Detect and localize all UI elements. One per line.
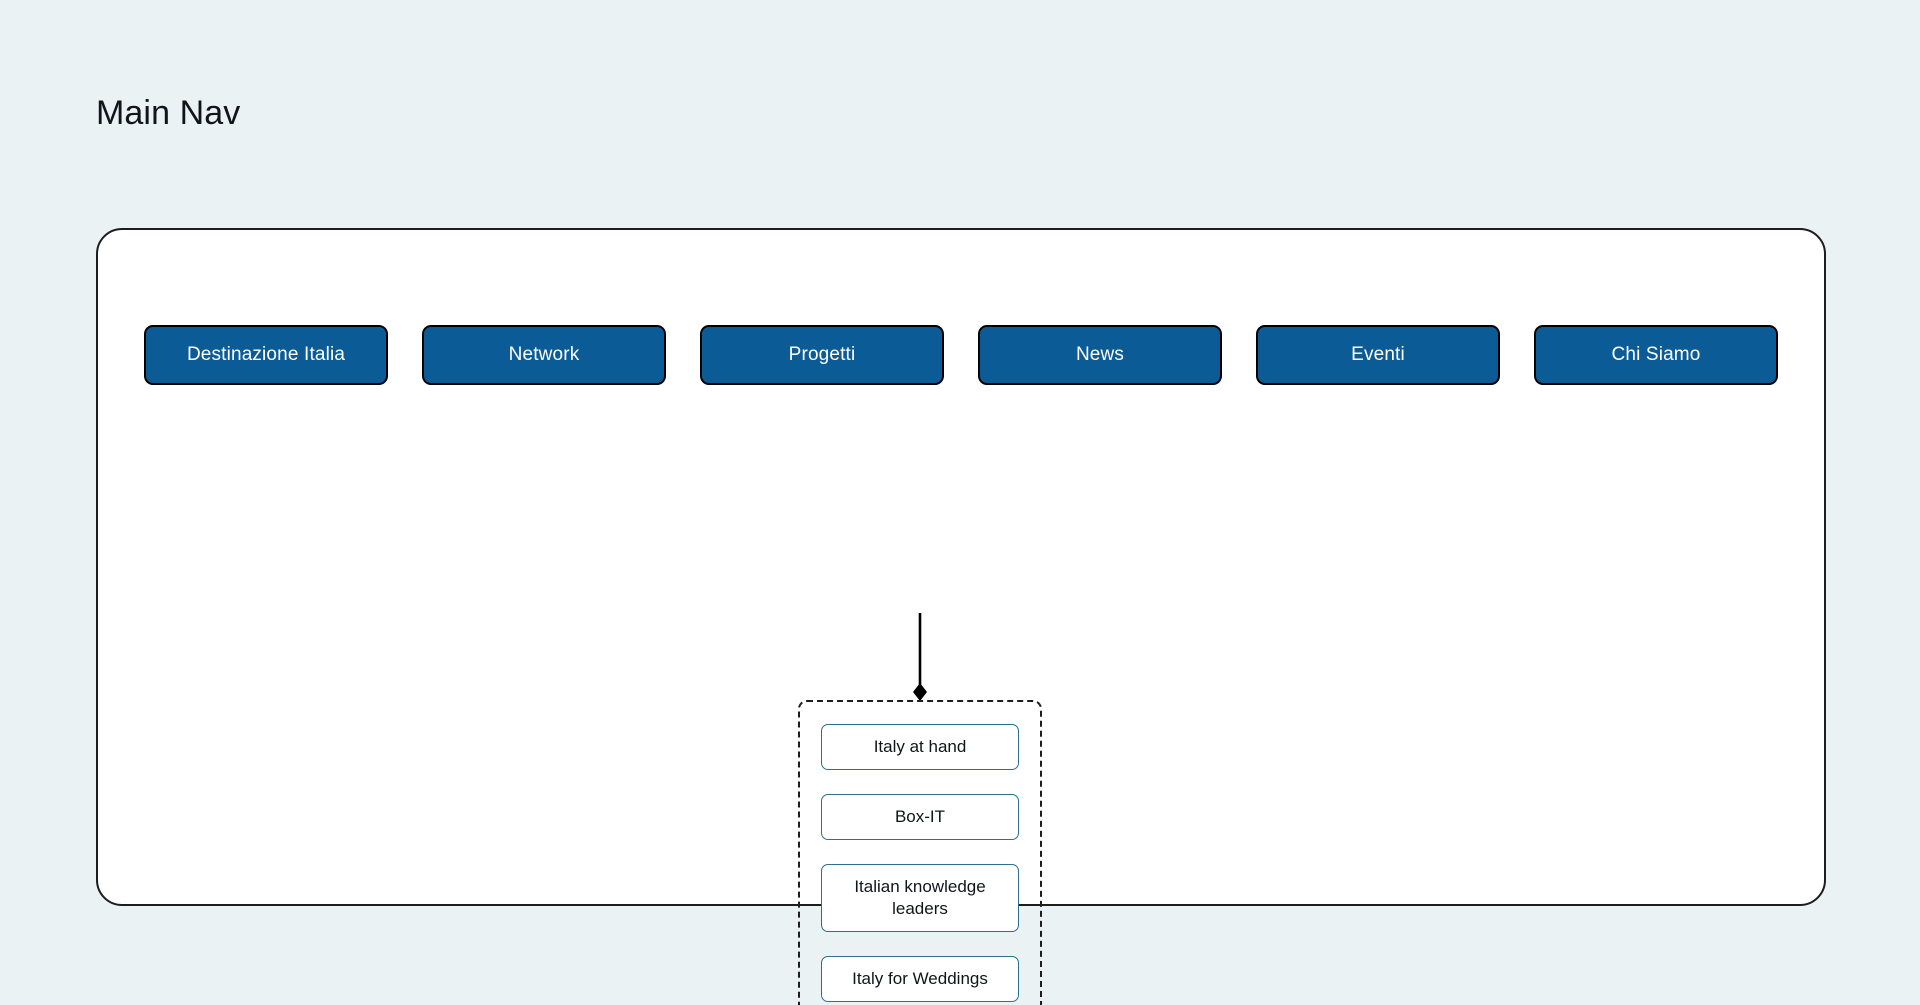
nav-button-destinazione-italia[interactable]: Destinazione Italia: [144, 325, 388, 385]
nav-button-network[interactable]: Network: [422, 325, 666, 385]
dropdown-item-box-it[interactable]: Box-IT: [821, 794, 1019, 840]
nav-button-eventi[interactable]: Eventi: [1256, 325, 1500, 385]
dropdown-item-italian-knowledge-leaders[interactable]: Italian knowledge leaders: [821, 864, 1019, 932]
main-nav-panel: Destinazione Italia Network Progetti News Ev…: [96, 228, 1826, 1005]
nav-button-news[interactable]: News: [978, 325, 1222, 385]
page-title: Main Nav: [96, 94, 241, 132]
dropdown-item-italy-for-weddings[interactable]: Italy for Weddings: [821, 956, 1019, 1002]
main-nav-button-row: Destinazione Italia Network Progetti News Ev…: [144, 325, 1782, 385]
dropdown-item-italy-at-hand[interactable]: Italy at hand: [821, 724, 1019, 770]
nav-button-progetti[interactable]: Progetti: [700, 325, 944, 385]
progetti-dropdown-group: Italy at hand Box-IT Italian knowledge lea…: [798, 700, 1042, 1005]
diagram-canvas: Main Nav Destinazione Italia Network Proge…: [0, 0, 1920, 1005]
progetti-connector-arrow: [913, 613, 927, 701]
nav-button-chi-siamo[interactable]: Chi Siamo: [1534, 325, 1778, 385]
